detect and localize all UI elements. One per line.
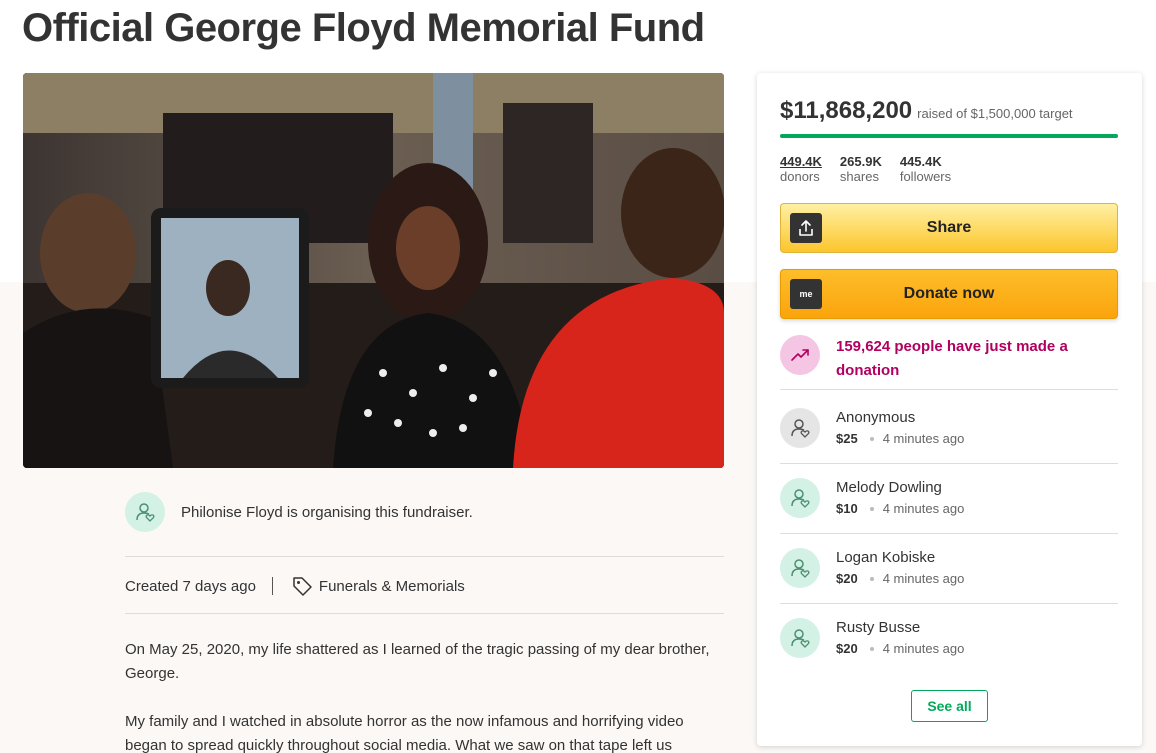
donation-amount: $20	[836, 641, 858, 656]
stat-label: followers	[899, 169, 952, 184]
meta-separator	[271, 577, 273, 595]
user-heart-icon	[791, 629, 810, 648]
share-label: Share	[926, 219, 972, 236]
progress-bar	[780, 134, 1118, 138]
donation-amount: $25	[836, 431, 858, 446]
category-label: Funerals & Memorials	[318, 577, 465, 595]
trending-up-icon	[791, 349, 809, 361]
stat-value: 265.9K	[839, 154, 882, 169]
divider	[125, 613, 724, 614]
gofundme-logo-text: me	[799, 289, 813, 299]
gofundme-logo-icon: me	[790, 279, 822, 309]
donation-time: 4 minutes ago	[882, 641, 965, 656]
page-title: Official George Floyd Memorial Fund	[22, 6, 705, 50]
divider	[780, 463, 1118, 464]
raised-amount: $11,868,200	[780, 97, 913, 124]
category-link[interactable]: Funerals & Memorials	[291, 575, 465, 597]
donor-name: Rusty Busse	[836, 619, 921, 636]
campaign-meta: Created 7 days ago Funerals & Memorials	[125, 574, 465, 598]
stat-followers: 445.4K followers	[900, 154, 951, 184]
created-date: Created 7 days ago	[125, 577, 256, 595]
donation-detail: $10 4 minutes ago	[836, 499, 964, 519]
stat-label: shares	[839, 169, 879, 184]
organiser-text: Philonise Floyd is organising this fundr…	[181, 503, 473, 521]
donation-info: Anonymous $25 4 minutes ago	[836, 407, 964, 449]
donor-avatar	[780, 618, 820, 658]
divider	[125, 556, 724, 557]
user-heart-icon	[136, 503, 155, 522]
share-icon	[790, 213, 822, 243]
donation-time: 4 minutes ago	[882, 501, 965, 516]
donor-avatar	[780, 548, 820, 588]
tag-icon	[293, 577, 312, 596]
donation-item: Rusty Busse $20 4 minutes ago	[780, 613, 1118, 663]
donate-button[interactable]: me Donate now	[780, 269, 1118, 319]
user-heart-icon	[791, 559, 810, 578]
see-all-button[interactable]: See all	[911, 690, 988, 722]
donation-time: 4 minutes ago	[882, 571, 965, 586]
donor-name: Anonymous	[836, 409, 916, 426]
recent-donations-banner: 159,624 people have just made a donation	[780, 335, 1118, 391]
share-button[interactable]: Share	[780, 203, 1118, 253]
separator-dot	[869, 437, 874, 441]
story-text: On May 25, 2020, my life shattered as I …	[125, 638, 725, 753]
donation-time: 4 minutes ago	[882, 431, 965, 446]
raised-summary: $11,868,200 raised of $1,500,000 target	[780, 97, 1073, 125]
raised-target: raised of $1,500,000 target	[917, 106, 1073, 121]
separator-dot	[869, 507, 874, 511]
donation-sidebar: $11,868,200 raised of $1,500,000 target …	[757, 73, 1142, 746]
divider	[780, 603, 1118, 604]
donation-info: Rusty Busse $20 4 minutes ago	[836, 617, 964, 659]
organiser-avatar	[125, 492, 165, 532]
donation-detail: $20 4 minutes ago	[836, 639, 964, 659]
stat-value: 449.4K	[780, 154, 822, 169]
donation-detail: $25 4 minutes ago	[836, 429, 964, 449]
donation-amount: $20	[836, 571, 858, 586]
organiser-row: Philonise Floyd is organising this fundr…	[125, 492, 725, 532]
donor-avatar	[780, 478, 820, 518]
divider	[780, 533, 1118, 534]
donor-name: Logan Kobiske	[836, 549, 936, 566]
campaign-photo	[23, 73, 724, 468]
stat-shares: 265.9K shares	[840, 154, 882, 184]
story-paragraph: On May 25, 2020, my life shattered as I …	[125, 641, 710, 682]
donation-item: Logan Kobiske $20 4 minutes ago	[780, 543, 1118, 593]
donor-avatar	[780, 408, 820, 448]
user-heart-icon	[791, 489, 810, 508]
donation-info: Melody Dowling $10 4 minutes ago	[836, 477, 964, 519]
stat-donors[interactable]: 449.4K donors	[780, 154, 822, 184]
campaign-photo-image	[23, 73, 724, 468]
donation-amount: $10	[836, 501, 858, 516]
separator-dot	[869, 577, 874, 581]
stat-value: 445.4K	[899, 154, 942, 169]
story-paragraph: My family and I watched in absolute horr…	[125, 713, 684, 753]
donation-item: Anonymous $25 4 minutes ago	[780, 403, 1118, 453]
divider	[780, 389, 1118, 390]
separator-dot	[869, 647, 874, 651]
donation-item: Melody Dowling $10 4 minutes ago	[780, 473, 1118, 523]
stat-label: donors	[780, 169, 820, 184]
user-heart-icon	[791, 419, 810, 438]
stats-row: 449.4K donors 265.9K shares 445.4K follo…	[780, 154, 969, 184]
donation-info: Logan Kobiske $20 4 minutes ago	[836, 547, 964, 589]
recent-donations-text: 159,624 people have just made a donation	[836, 338, 1068, 379]
progress-fill	[780, 134, 1118, 138]
donor-name: Melody Dowling	[836, 479, 942, 496]
donation-detail: $20 4 minutes ago	[836, 569, 964, 589]
trending-avatar	[780, 335, 820, 375]
donate-label: Donate now	[903, 285, 995, 302]
